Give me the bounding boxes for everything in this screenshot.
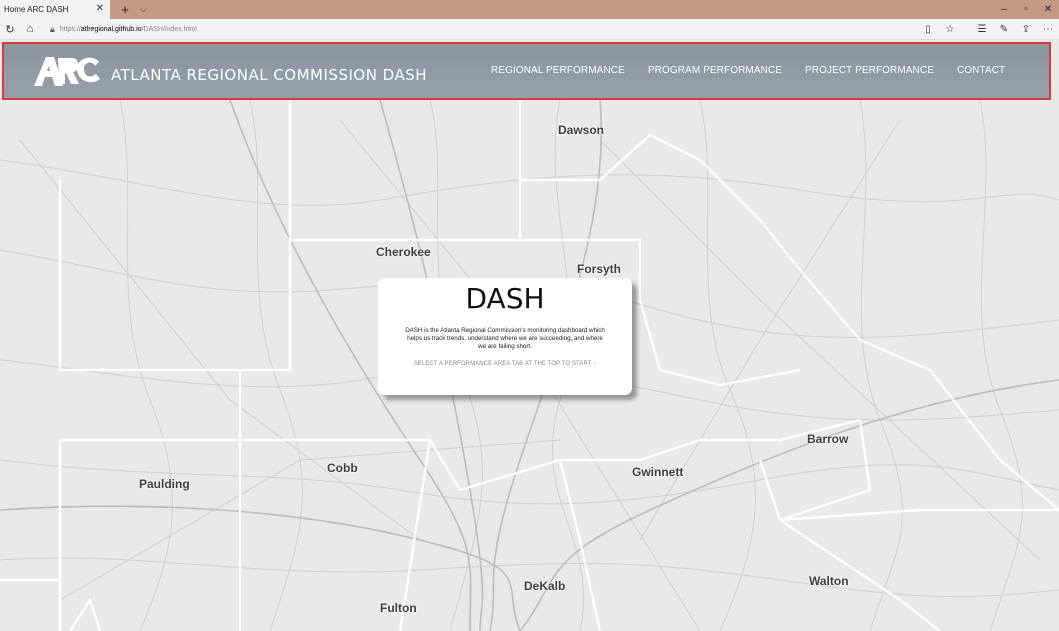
county-label-forsyth: Forsyth — [577, 262, 622, 276]
window-controls: – ▫ ✕ — [993, 0, 1059, 19]
county-label-dekalb: DeKalb — [524, 579, 566, 593]
browser-address-bar: ↻ ⌂ 🔒︎ https://atlregional.github.io/DAS… — [0, 19, 1059, 40]
county-label-barrow: Barrow — [807, 432, 849, 446]
main-nav: REGIONAL PERFORMANCE PROGRAM PERFORMANCE… — [491, 65, 1028, 76]
more-icon[interactable]: ⋯ — [1037, 24, 1059, 35]
county-label-walton: Walton — [809, 574, 849, 588]
site-title[interactable]: ATLANTA REGIONAL COMMISSION DASH — [111, 66, 427, 84]
chevron-down-icon[interactable]: ⌵ — [140, 4, 147, 15]
minimize-icon[interactable]: – — [993, 0, 1015, 19]
browser-tab[interactable]: Home ARC DASH ✕ — [0, 0, 110, 19]
county-label-gwinnett: Gwinnett — [632, 465, 684, 479]
county-label-fulton: Fulton — [380, 601, 417, 615]
close-window-icon[interactable]: ✕ — [1037, 0, 1059, 19]
refresh-icon[interactable]: ↻ — [0, 23, 20, 36]
url-path: /DASH/index.html — [141, 25, 197, 33]
nav-program-performance[interactable]: PROGRAM PERFORMANCE — [648, 65, 782, 76]
county-label-cobb: Cobb — [327, 461, 358, 475]
card-call-to-action: SELECT A PERFORMANCE AREA TAB AT THE TOP… — [413, 361, 597, 367]
share-icon[interactable]: ⇪ — [1015, 24, 1037, 35]
browser-toolbar-right: ▯ ☆ ☰ ✎ ⇪ ⋯ — [917, 19, 1059, 40]
card-description: DASH is the Atlanta Regional Commission'… — [405, 327, 605, 350]
close-tab-icon[interactable]: ✕ — [96, 3, 104, 14]
lock-icon: 🔒︎ — [50, 23, 55, 34]
browser-tab-title: Home ARC DASH — [4, 5, 69, 14]
url-host: atlregional.github.io — [80, 25, 142, 33]
intro-card: DASH DASH is the Atlanta Regional Commis… — [378, 278, 632, 395]
home-icon[interactable]: ⌂ — [20, 23, 40, 35]
browser-tab-bar: Home ARC DASH ✕ + ⌵ – ▫ ✕ — [0, 0, 1059, 19]
arc-logo[interactable] — [32, 54, 102, 88]
url-scheme: https:// — [59, 25, 81, 33]
nav-project-performance[interactable]: PROJECT PERFORMANCE — [805, 65, 934, 76]
county-label-cherokee: Cherokee — [376, 245, 431, 259]
nav-contact[interactable]: CONTACT — [957, 65, 1005, 76]
pen-icon[interactable]: ✎ — [993, 24, 1015, 35]
county-label-paulding: Paulding — [139, 477, 190, 491]
new-tab-icon[interactable]: + — [118, 2, 132, 17]
card-title: DASH — [465, 282, 545, 315]
page-viewport: Dawson Cherokee Forsyth Barrow Cobb Gwin… — [0, 40, 1059, 631]
nav-regional-performance[interactable]: REGIONAL PERFORMANCE — [491, 65, 625, 76]
favorite-star-icon[interactable]: ☆ — [939, 24, 961, 35]
maximize-icon[interactable]: ▫ — [1015, 0, 1037, 19]
site-header: ATLANTA REGIONAL COMMISSION DASH REGIONA… — [2, 42, 1051, 100]
url-field[interactable]: 🔒︎ https://atlregional.github.io/DASH/in… — [50, 24, 900, 35]
county-label-dawson: Dawson — [558, 123, 605, 137]
reading-view-icon[interactable]: ▯ — [917, 24, 939, 35]
favorites-list-icon[interactable]: ☰ — [971, 24, 993, 35]
